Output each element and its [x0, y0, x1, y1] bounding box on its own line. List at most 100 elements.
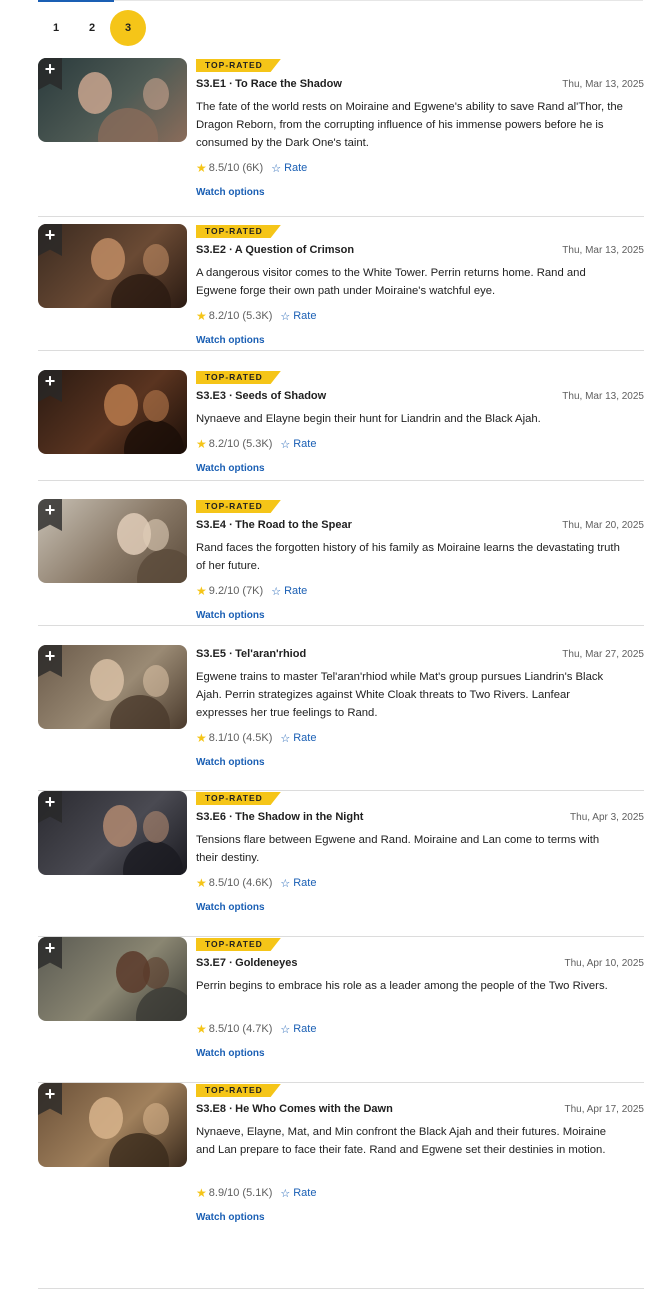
rate-label: Rate — [284, 162, 308, 174]
rate-label: Rate — [293, 310, 317, 322]
episode-item: + TOP-RATED S3.E3 ∙ Seeds of Shadow Thu, Ma… — [38, 369, 644, 481]
star-icon: ★ — [196, 731, 207, 745]
star-outline-icon: ☆ — [280, 732, 291, 745]
rating-row: ★ 8.5/10 (4.7K) ☆ Rate — [196, 1022, 316, 1036]
page-button-3[interactable]: 3 — [110, 10, 146, 46]
watch-options-link[interactable]: Watch options — [196, 902, 265, 913]
watch-options-link[interactable]: Watch options — [196, 335, 265, 346]
episode-description: A dangerous visitor comes to the White T… — [196, 267, 586, 297]
episode-details: TOP-RATED S3.E3 ∙ Seeds of Shadow Thu, Mar… — [196, 369, 644, 480]
rate-button[interactable]: ☆ Rate — [280, 1023, 316, 1036]
rate-button[interactable]: ☆ Rate — [271, 162, 307, 175]
rate-label: Rate — [293, 1023, 317, 1035]
episode-thumbnail[interactable]: + — [38, 370, 187, 454]
rating-value: 8.5/10 (4.7K) — [208, 1023, 273, 1035]
star-icon: ★ — [196, 309, 207, 323]
rate-button[interactable]: ☆ Rate — [280, 1187, 316, 1200]
thumbnail-figure — [143, 957, 169, 989]
episode-description: Nynaeve, Elayne, Mat, and Min confront t… — [196, 1126, 607, 1156]
watch-options-link[interactable]: Watch options — [196, 1212, 265, 1223]
episode-description: Egwene trains to master Tel'aran'rhiod w… — [196, 671, 604, 719]
rate-label: Rate — [293, 732, 317, 744]
thumbnail-figure — [143, 519, 169, 551]
episode-title-link[interactable]: S3.E1 ∙ To Race the Shadow — [196, 78, 342, 90]
top-rated-badge: TOP-RATED — [196, 225, 281, 238]
episode-description: The fate of the world rests on Moiraine … — [196, 101, 623, 149]
thumbnail-figure — [143, 78, 169, 110]
rating-row: ★ 8.2/10 (5.3K) ☆ Rate — [196, 309, 316, 323]
watch-options-link[interactable]: Watch options — [196, 1048, 265, 1059]
watch-options-link[interactable]: Watch options — [196, 187, 265, 198]
star-outline-icon: ☆ — [271, 162, 282, 175]
thumbnail-figure — [103, 805, 137, 847]
episode-title-link[interactable]: S3.E6 ∙ The Shadow in the Night — [196, 811, 363, 823]
episode-item: + TOP-RATED S3.E8 ∙ He Who Comes with the … — [38, 1082, 644, 1289]
episode-details: TOP-RATED S3.E2 ∙ A Question of Crimson Th… — [196, 223, 644, 350]
top-rated-badge: TOP-RATED — [196, 500, 281, 513]
episode-title-link[interactable]: S3.E4 ∙ The Road to the Spear — [196, 519, 352, 531]
rate-label: Rate — [293, 438, 317, 450]
episode-title-link[interactable]: S3.E3 ∙ Seeds of Shadow — [196, 390, 326, 402]
top-rated-badge: TOP-RATED — [196, 792, 281, 805]
top-rated-badge: TOP-RATED — [196, 371, 281, 384]
episode-title-link[interactable]: S3.E7 ∙ Goldeneyes — [196, 957, 298, 969]
episode-details: TOP-RATED S3.E4 ∙ The Road to the Spear Th… — [196, 498, 644, 625]
page-button-2[interactable]: 2 — [74, 10, 110, 46]
star-outline-icon: ☆ — [280, 1023, 291, 1036]
star-icon: ★ — [196, 1022, 207, 1036]
episode-title-link[interactable]: S3.E8 ∙ He Who Comes with the Dawn — [196, 1103, 393, 1115]
air-date: Thu, Apr 3, 2025 — [570, 812, 644, 823]
rating-value: 8.9/10 (5.1K) — [208, 1187, 273, 1199]
air-date: Thu, Mar 20, 2025 — [562, 520, 644, 531]
rating-row: ★ 8.5/10 (4.6K) ☆ Rate — [196, 876, 316, 890]
episode-details: TOP-RATED S3.E7 ∙ Goldeneyes Thu, Apr 10, … — [196, 936, 644, 1082]
rating-row: ★ 8.2/10 (5.3K) ☆ Rate — [196, 437, 316, 451]
episode-thumbnail[interactable]: + — [38, 791, 187, 875]
episode-thumbnail[interactable]: + — [38, 1083, 187, 1167]
top-rated-badge: TOP-RATED — [196, 59, 281, 72]
top-rated-badge: TOP-RATED — [196, 938, 281, 951]
episode-thumbnail[interactable]: + — [38, 645, 187, 729]
thumbnail-figure — [90, 659, 124, 701]
rating-value: 8.1/10 (4.5K) — [208, 732, 273, 744]
rate-label: Rate — [293, 877, 317, 889]
watch-options-link[interactable]: Watch options — [196, 463, 265, 474]
season-pagination: 1 2 3 — [38, 10, 146, 46]
star-icon: ★ — [196, 876, 207, 890]
rate-label: Rate — [284, 585, 308, 597]
episode-details: TOP-RATED S3.E6 ∙ The Shadow in the Night… — [196, 790, 644, 936]
episode-thumbnail[interactable]: + — [38, 937, 187, 1021]
rate-button[interactable]: ☆ Rate — [280, 438, 316, 451]
star-icon: ★ — [196, 1186, 207, 1200]
air-date: Thu, Mar 27, 2025 — [562, 649, 644, 660]
thumbnail-figure — [78, 72, 112, 114]
page-button-1[interactable]: 1 — [38, 10, 74, 46]
rating-value: 8.2/10 (5.3K) — [208, 438, 273, 450]
episode-thumbnail[interactable]: + — [38, 58, 187, 142]
air-date: Thu, Mar 13, 2025 — [562, 391, 644, 402]
episode-title-link[interactable]: S3.E2 ∙ A Question of Crimson — [196, 244, 354, 256]
rate-button[interactable]: ☆ Rate — [280, 732, 316, 745]
rate-button[interactable]: ☆ Rate — [280, 877, 316, 890]
episode-item: + TOP-RATED S3.E7 ∙ Goldeneyes Thu, Apr 10,… — [38, 936, 644, 1083]
watch-options-link[interactable]: Watch options — [196, 610, 265, 621]
episode-item: + TOP-RATED S3.E2 ∙ A Question of Crimson T… — [38, 223, 644, 351]
air-date: Thu, Mar 13, 2025 — [562, 245, 644, 256]
episode-thumbnail[interactable]: + — [38, 224, 187, 308]
star-icon: ★ — [196, 584, 207, 598]
top-rated-badge: TOP-RATED — [196, 1084, 281, 1097]
thumbnail-figure — [143, 1103, 169, 1135]
episode-thumbnail[interactable]: + — [38, 499, 187, 583]
air-date: Thu, Apr 17, 2025 — [564, 1104, 644, 1115]
rating-row: ★ 8.1/10 (4.5K) ☆ Rate — [196, 731, 316, 745]
rating-value: 8.2/10 (5.3K) — [208, 310, 273, 322]
thumbnail-figure — [143, 390, 169, 422]
watch-options-link[interactable]: Watch options — [196, 757, 265, 768]
thumbnail-figure — [91, 238, 125, 280]
rating-row: ★ 8.9/10 (5.1K) ☆ Rate — [196, 1186, 316, 1200]
rate-button[interactable]: ☆ Rate — [280, 310, 316, 323]
rating-value: 8.5/10 (6K) — [208, 162, 264, 174]
episode-item: + TOP-RATED S3.E4 ∙ The Road to the Spear T… — [38, 498, 644, 626]
rate-button[interactable]: ☆ Rate — [271, 585, 307, 598]
episode-title-link[interactable]: S3.E5 ∙ Tel'aran'rhiod — [196, 648, 306, 660]
